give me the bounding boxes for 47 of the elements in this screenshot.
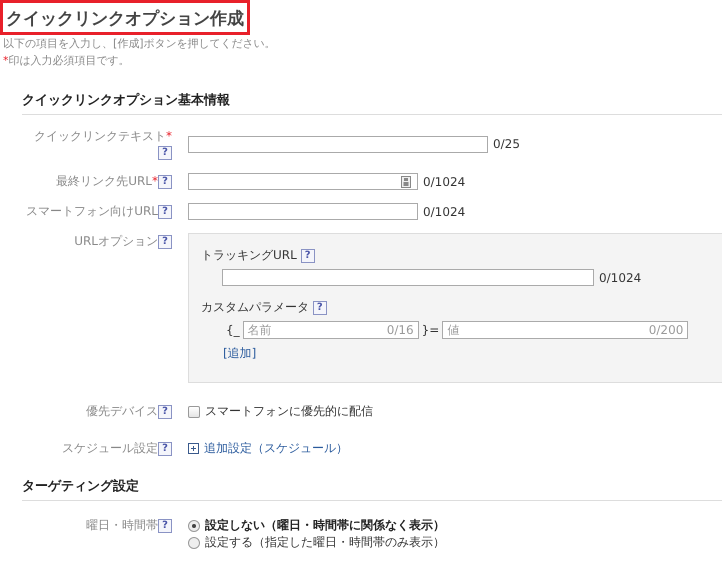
text-field[interactable] <box>188 203 418 220</box>
field-label: 優先デバイス <box>86 404 158 418</box>
placeholder-text: 名前 <box>248 322 272 338</box>
help-icon[interactable]: ? <box>158 204 172 219</box>
checkbox-label: スマートフォンに優先的に配信 <box>205 403 373 420</box>
character-counter: 0/1024 <box>423 204 466 218</box>
radio-button[interactable] <box>188 536 200 548</box>
help-icon[interactable]: ? <box>158 442 172 456</box>
character-counter: 0/25 <box>493 137 520 151</box>
instructions-text: 以下の項目を入力し、[作成]ボタンを押してください。 <box>3 36 277 52</box>
help-icon[interactable]: ? <box>158 146 172 160</box>
field-icon[interactable] <box>401 176 411 188</box>
help-icon[interactable]: ? <box>312 300 327 315</box>
character-counter: 0/1024 <box>423 174 466 188</box>
field-label: スケジュール設定 <box>62 441 158 455</box>
character-counter: 0/16 <box>386 323 414 337</box>
radio-button[interactable] <box>188 520 200 532</box>
character-counter: 0/200 <box>648 323 684 337</box>
radio-label: 設定しない（曜日・時間帯に関係なく表示） <box>205 517 445 534</box>
page-title: クイックリンクオプション作成 <box>0 0 250 35</box>
field-label: スマートフォン向けURL <box>26 204 158 218</box>
field-label: 最終リンク先URL* <box>56 174 158 188</box>
text-field[interactable] <box>188 173 418 190</box>
help-icon[interactable]: ? <box>158 174 172 189</box>
field-label: 曜日・時間帯 <box>86 518 158 532</box>
help-icon[interactable]: ? <box>300 248 315 263</box>
character-counter: 0/1024 <box>599 270 642 284</box>
radio-label: 設定する（指定した曜日・時間帯のみ表示） <box>205 534 445 551</box>
field-label: URLオプション <box>74 234 158 248</box>
section-heading: ターゲティング設定 <box>22 477 722 501</box>
field-label: カスタムパラメータ <box>201 300 309 314</box>
text-field[interactable] <box>188 136 488 152</box>
required-note: *印は入力必須項目です。 <box>3 53 130 69</box>
add-link[interactable]: [追加] <box>223 345 256 362</box>
brace-text: {_ <box>226 323 240 337</box>
checkbox[interactable] <box>188 406 200 418</box>
field-label: トラッキングURL <box>201 248 297 262</box>
text-field[interactable] <box>222 269 594 286</box>
plus-icon[interactable] <box>188 443 199 454</box>
field-label: クイックリンクテキスト* <box>34 129 172 143</box>
brace-text: }= <box>422 323 440 337</box>
section-heading: クイックリンクオプション基本情報 <box>22 91 722 115</box>
help-icon[interactable]: ? <box>158 518 172 533</box>
help-icon[interactable]: ? <box>158 234 172 249</box>
placeholder-text: 値 <box>447 322 460 338</box>
help-icon[interactable]: ? <box>158 404 172 419</box>
expand-link[interactable]: 追加設定（スケジュール） <box>204 440 348 457</box>
